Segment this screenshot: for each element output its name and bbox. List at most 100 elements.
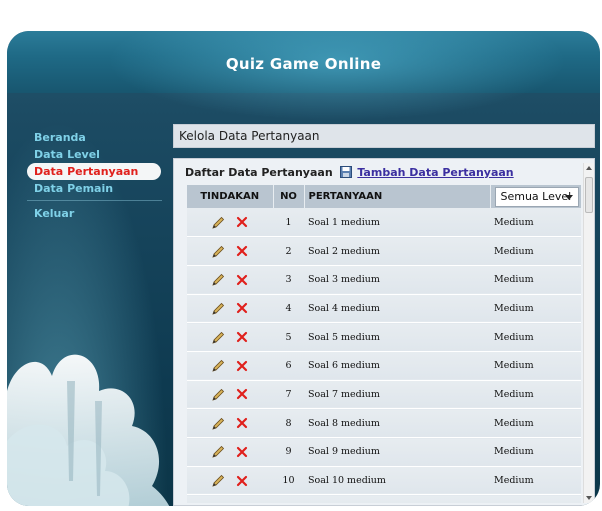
table-row: 8 Soal 8 medium Medium [187,408,581,438]
scroll-thumb[interactable] [585,177,593,213]
table-row: 7 Soal 7 medium Medium [187,380,581,410]
delete-x-icon[interactable] [236,446,248,458]
column-header-question: PERTANYAAN [304,185,491,208]
row-number: 4 [273,294,304,324]
row-actions [187,322,273,352]
table-row: 6 Soal 6 medium Medium [187,351,581,381]
row-number: 6 [273,351,304,381]
sidebar-item-keluar[interactable]: Keluar [27,205,167,222]
row-actions [187,408,273,438]
scroll-down-arrow-icon[interactable] [586,496,592,500]
pencil-icon[interactable] [212,474,225,487]
row-level: Medium [490,466,581,496]
delete-x-icon[interactable] [236,360,248,372]
delete-x-icon[interactable] [236,302,248,314]
row-actions [187,265,273,295]
main-content: Kelola Data Pertanyaan Daftar Data Perta… [173,124,597,506]
row-number: 9 [273,437,304,467]
sidebar: Beranda Data Level Data Pertanyaan Data … [27,129,167,222]
delete-x-icon[interactable] [236,331,248,343]
row-question: Soal 9 medium [304,437,490,467]
question-list-panel: Daftar Data Pertanyaan Tambah Data Perta… [173,158,595,506]
row-level: Medium [490,294,581,324]
row-question: Soal 8 medium [304,408,490,438]
row-level: Medium [490,236,581,266]
column-header-level: Semua Level [490,185,581,208]
question-table: TINDAKAN NO PERTANYAAN Semua Level 1 Soa… [187,185,581,503]
pencil-icon[interactable] [212,331,225,344]
chevron-down-icon [564,195,573,200]
question-table-wrap: TINDAKAN NO PERTANYAAN Semua Level 1 Soa… [187,185,581,503]
row-number: 11 [273,494,304,503]
page-title: Kelola Data Pertanyaan [173,124,595,148]
row-actions [187,208,273,238]
row-level: Medium [490,380,581,410]
floppy-disk-icon [339,166,352,178]
delete-x-icon[interactable] [236,245,248,257]
table-row: 5 Soal 5 medium Medium [187,322,581,352]
row-question: Soal 10 medium [304,466,490,496]
row-level: Medium [490,437,581,467]
row-level: Medium [490,351,581,381]
row-level: Medium [490,208,581,238]
row-actions [187,294,273,324]
sidebar-item-data-pemain[interactable]: Data Pemain [27,180,167,197]
question-table-body: 1 Soal 1 medium Medium 2 Soal 2 medium M… [187,208,581,503]
table-row: 2 Soal 2 medium Medium [187,236,581,266]
sidebar-divider [27,200,162,201]
delete-x-icon[interactable] [236,417,248,429]
table-header-row: TINDAKAN NO PERTANYAAN Semua Level [187,185,581,208]
pencil-icon[interactable] [212,245,225,258]
column-header-action: TINDAKAN [187,185,274,208]
pencil-icon[interactable] [212,216,225,229]
row-number: 1 [273,208,304,238]
row-number: 10 [273,466,304,496]
delete-x-icon[interactable] [236,388,248,400]
pencil-icon[interactable] [212,273,225,286]
level-filter-value: Semua Level [500,190,572,203]
row-level: Medium [490,408,581,438]
list-title: Daftar Data Pertanyaan [185,166,333,179]
row-question: Soal 11 medium [304,494,490,503]
pencil-icon[interactable] [212,359,225,372]
row-level: Medium [490,322,581,352]
pencil-icon[interactable] [212,445,225,458]
row-question: Soal 1 medium [304,208,490,238]
list-header: Daftar Data Pertanyaan Tambah Data Perta… [185,166,514,179]
sidebar-item-data-level[interactable]: Data Level [27,146,167,163]
app-header: Quiz Game Online [7,31,600,121]
row-actions [187,494,273,503]
row-actions [187,380,273,410]
cloud-illustration [7,354,170,506]
table-row: 4 Soal 4 medium Medium [187,294,581,324]
delete-x-icon[interactable] [236,475,248,487]
row-actions [187,437,273,467]
scrollbar[interactable] [583,163,594,503]
table-row: 10 Soal 10 medium Medium [187,466,581,496]
table-row: 1 Soal 1 medium Medium [187,208,581,238]
pencil-icon[interactable] [212,302,225,315]
add-question-link[interactable]: Tambah Data Pertanyaan [357,166,513,179]
row-actions [187,236,273,266]
table-row: 11 Soal 11 medium Medium [187,494,581,503]
row-number: 3 [273,265,304,295]
scroll-up-arrow-icon[interactable] [586,166,592,170]
pencil-icon[interactable] [212,417,225,430]
row-number: 5 [273,322,304,352]
app-window: Quiz Game Online Beranda Data Level Data… [7,31,600,506]
row-level: Medium [490,265,581,295]
sidebar-item-beranda[interactable]: Beranda [27,129,167,146]
row-question: Soal 6 medium [304,351,490,381]
row-question: Soal 3 medium [304,265,490,295]
delete-x-icon[interactable] [236,216,248,228]
row-level: Medium [490,494,581,503]
sidebar-item-data-pertanyaan[interactable]: Data Pertanyaan [27,163,161,180]
pencil-icon[interactable] [212,388,225,401]
row-number: 2 [273,236,304,266]
app-title: Quiz Game Online [225,55,382,73]
row-actions [187,466,273,496]
row-question: Soal 4 medium [304,294,490,324]
table-row: 3 Soal 3 medium Medium [187,265,581,295]
delete-x-icon[interactable] [236,274,248,286]
level-filter-select[interactable]: Semua Level [494,187,579,207]
